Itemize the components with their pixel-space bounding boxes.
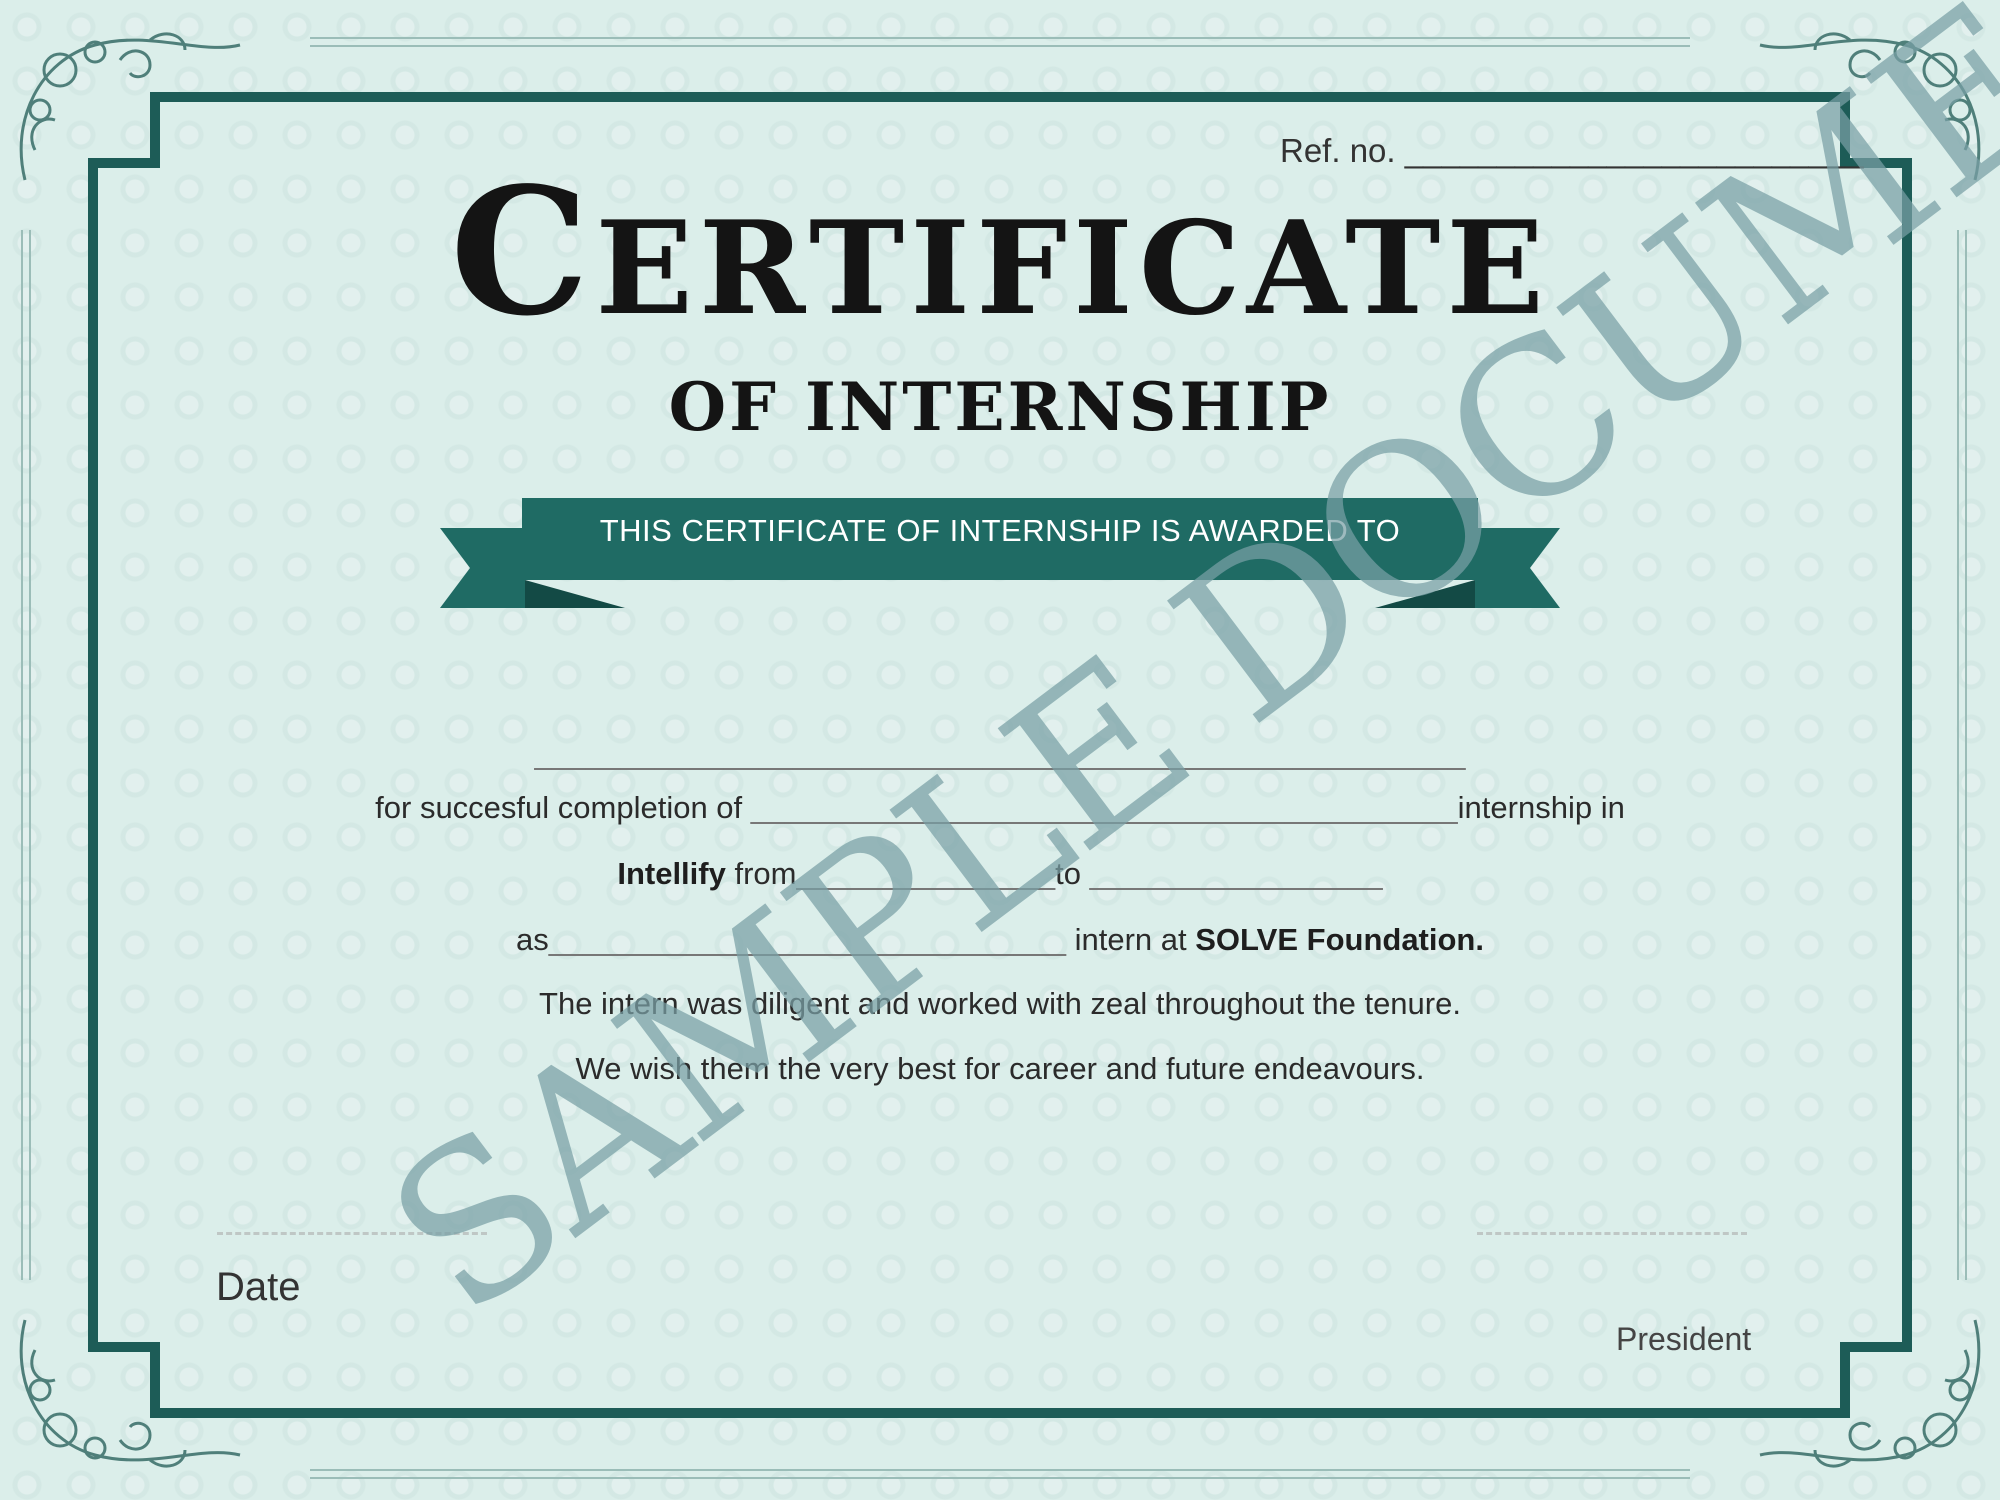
corner-flourish-icon (1759, 1319, 1981, 1468)
date-label: Date (216, 1265, 301, 1309)
line3-prefix: as (516, 922, 549, 957)
body-line-5: We wish them the very best for career an… (575, 1051, 1425, 1086)
corner-flourish-icon (19, 1319, 241, 1468)
president-signature-line (1477, 1232, 1747, 1235)
president-label: President (1616, 1321, 1752, 1357)
title-first-letter: C (450, 150, 596, 355)
ref-label: Ref. no. (1280, 132, 1396, 169)
line3-org: SOLVE Foundation. (1195, 922, 1484, 957)
line3-middle: intern at (1074, 922, 1187, 957)
line1-suffix: internship in (1457, 790, 1625, 825)
certificate-page: Ref. no. _________________________ CERTI… (0, 0, 2000, 1500)
line1-prefix: for succesful completion of (375, 790, 743, 825)
body-line-4: The intern was diligent and worked with … (539, 986, 1461, 1021)
line2-org: Intellify (617, 856, 726, 891)
title-rest: ERTIFICATE (595, 194, 1550, 344)
